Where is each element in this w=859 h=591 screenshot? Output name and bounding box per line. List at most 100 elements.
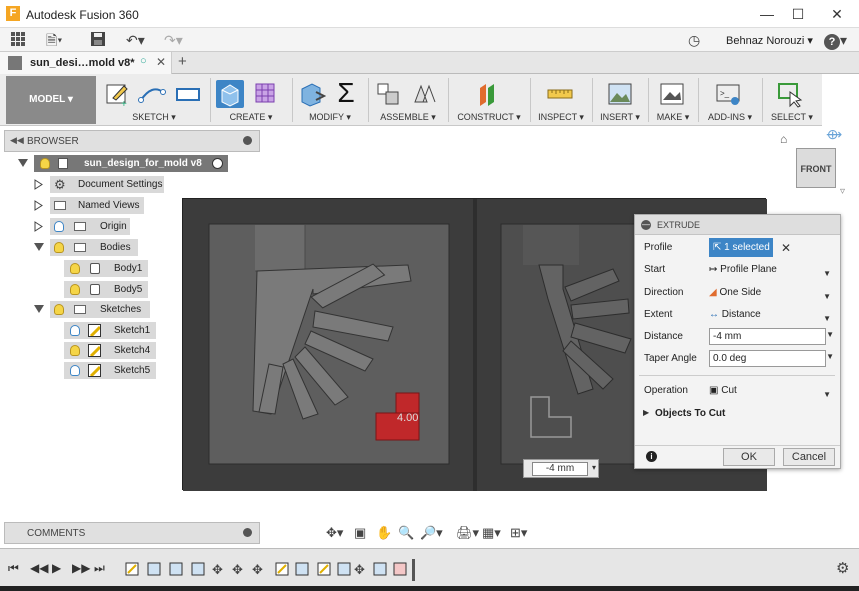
- objects-to-cut-row[interactable]: ▶ Objects To Cut: [635, 403, 840, 425]
- distance-manipulator-input[interactable]: -4 mm: [532, 462, 588, 476]
- collapse-panel-icon[interactable]: ◀◀: [10, 135, 24, 146]
- activate-radio-icon[interactable]: [212, 158, 223, 169]
- visibility-bulb-icon[interactable]: [70, 345, 80, 356]
- tree-item-sketches[interactable]: Sketches: [34, 301, 154, 318]
- joint-icon[interactable]: [410, 80, 438, 108]
- distance-input[interactable]: -4 mm: [709, 328, 826, 345]
- comments-panel-header[interactable]: COMMENTS: [4, 522, 260, 544]
- visibility-bulb-icon[interactable]: [54, 304, 64, 315]
- home-icon[interactable]: ⌂: [780, 132, 787, 146]
- measure-icon[interactable]: [546, 80, 574, 108]
- line-icon[interactable]: [138, 80, 166, 108]
- document-tab[interactable]: sun_desi…mold v8* ○ ✕: [0, 52, 172, 74]
- collapse-dialog-icon[interactable]: —: [641, 220, 651, 230]
- extrude-dialog-header[interactable]: — EXTRUDE: [635, 215, 840, 235]
- chevron-down-icon[interactable]: ▿: [840, 186, 845, 197]
- tree-item-body1[interactable]: Body1: [64, 260, 154, 277]
- go-to-end-icon[interactable]: ⏭: [94, 561, 105, 576]
- taper-angle-input[interactable]: 0.0 deg: [709, 350, 826, 367]
- browser-root[interactable]: sun_design_for_mold v8: [18, 155, 238, 172]
- tree-item-origin[interactable]: Origin: [34, 218, 134, 235]
- create-group[interactable]: CREATE ▾: [212, 76, 290, 124]
- pan-hand-icon[interactable]: ✋: [376, 525, 392, 541]
- visibility-bulb-icon[interactable]: [70, 284, 80, 295]
- inspect-group[interactable]: INSPECT ▾: [532, 76, 590, 124]
- view-cube[interactable]: FRONT: [796, 148, 836, 188]
- go-to-start-icon[interactable]: ⏮: [8, 561, 19, 576]
- display-settings-icon[interactable]: 🖨▾: [456, 525, 479, 541]
- clear-selection-icon[interactable]: ✕: [781, 241, 791, 255]
- press-pull-icon[interactable]: [298, 80, 327, 108]
- expand-arrow-icon[interactable]: ▶: [643, 408, 649, 417]
- data-panel-grid-icon[interactable]: [10, 31, 26, 49]
- panel-options-icon[interactable]: [243, 136, 252, 145]
- visibility-bulb-icon[interactable]: [70, 263, 80, 274]
- insert-image-icon[interactable]: [606, 80, 634, 108]
- make-group[interactable]: MAKE ▾: [650, 76, 696, 124]
- look-at-icon[interactable]: ▣: [354, 525, 366, 541]
- tree-item-sketch4[interactable]: Sketch4: [64, 342, 160, 359]
- add-ins-group[interactable]: >_ ADD-INS ▾: [700, 76, 760, 124]
- help-icon[interactable]: ? ▾: [824, 31, 847, 50]
- undo-icon[interactable]: ↶▾: [126, 31, 145, 49]
- add-comment-icon[interactable]: [243, 528, 252, 537]
- timeline-features[interactable]: ✥ ✥ ✥ ✥: [122, 559, 418, 581]
- extrude-icon[interactable]: [216, 80, 244, 108]
- modify-group[interactable]: Σ MODIFY ▾: [294, 76, 366, 124]
- tree-item-body5[interactable]: Body5: [64, 281, 154, 298]
- collapse-arrow-icon[interactable]: [18, 159, 28, 167]
- cancel-button[interactable]: Cancel: [783, 448, 835, 466]
- tree-item-document-settings[interactable]: ⚙ Document Settings: [34, 176, 174, 193]
- play-icon[interactable]: ▶: [52, 561, 61, 575]
- grid-settings-icon[interactable]: ▦▾: [482, 525, 501, 541]
- file-menu-icon[interactable]: 🗎▾: [46, 31, 62, 49]
- select-group[interactable]: SELECT ▾: [764, 76, 820, 124]
- collapse-arrow-icon[interactable]: [34, 305, 44, 313]
- step-back-icon[interactable]: ◀◀: [30, 561, 48, 575]
- profile-select-button[interactable]: ⇱ 1 selected: [709, 238, 773, 257]
- create-sketch-icon[interactable]: +: [104, 80, 132, 110]
- sketch-group[interactable]: + SKETCH ▾: [100, 76, 208, 124]
- chevron-down-icon[interactable]: ▾: [592, 463, 596, 472]
- extent-dropdown[interactable]: ↔ Distance ▼: [709, 306, 837, 324]
- parameters-sigma-icon[interactable]: Σ: [332, 79, 360, 108]
- close-button[interactable]: ✕: [822, 4, 852, 24]
- visibility-bulb-icon[interactable]: [54, 221, 64, 232]
- zoom-icon[interactable]: 🔍: [398, 525, 414, 541]
- ok-button[interactable]: OK: [723, 448, 775, 466]
- save-icon[interactable]: [90, 31, 106, 49]
- step-forward-icon[interactable]: ▶▶: [72, 561, 90, 575]
- tree-item-sketch5[interactable]: Sketch5: [64, 362, 160, 379]
- redo-icon[interactable]: ↷▾: [164, 31, 183, 49]
- maximize-button[interactable]: ☐: [783, 4, 813, 24]
- user-menu[interactable]: Behnaz Norouzi ▾: [726, 34, 813, 47]
- timeline-settings-gear-icon[interactable]: ⚙: [836, 559, 849, 577]
- zoom-window-icon[interactable]: 🔎▾: [420, 525, 443, 541]
- select-cursor-icon[interactable]: [776, 80, 804, 108]
- new-component-icon[interactable]: [374, 80, 402, 108]
- chevron-down-icon[interactable]: ▼: [826, 352, 834, 361]
- start-dropdown[interactable]: ↦ Profile Plane ▼: [709, 261, 837, 279]
- distance-manipulator[interactable]: -4 mm ▾: [523, 459, 599, 478]
- construct-group[interactable]: CONSTRUCT ▾: [450, 76, 528, 124]
- info-icon[interactable]: i: [646, 451, 657, 462]
- workspace-switcher[interactable]: MODEL ▾: [6, 76, 96, 124]
- orbit-arrow-icon[interactable]: ⟴: [826, 126, 842, 143]
- close-tab-icon[interactable]: ✕: [156, 55, 166, 69]
- tree-item-bodies[interactable]: Bodies: [34, 239, 144, 256]
- visibility-bulb-icon[interactable]: [70, 325, 80, 336]
- browser-panel-header[interactable]: ◀◀ BROWSER: [4, 130, 260, 152]
- tree-item-named-views[interactable]: Named Views: [34, 197, 154, 214]
- tree-item-sketch1[interactable]: Sketch1: [64, 322, 160, 339]
- insert-group[interactable]: INSERT ▾: [594, 76, 646, 124]
- job-status-clock-icon[interactable]: ◷: [688, 31, 700, 49]
- direction-dropdown[interactable]: ◢ One Side ▼: [709, 284, 837, 302]
- viewports-icon[interactable]: ⊞▾: [510, 525, 527, 541]
- assemble-group[interactable]: ASSEMBLE ▾: [370, 76, 446, 124]
- orbit-icon[interactable]: ✥▾: [326, 525, 343, 541]
- form-icon[interactable]: [252, 80, 280, 108]
- new-tab-icon[interactable]: +: [178, 53, 187, 70]
- minimize-button[interactable]: —: [752, 4, 782, 24]
- visibility-bulb-icon[interactable]: [70, 365, 80, 376]
- visibility-bulb-icon[interactable]: [40, 158, 50, 169]
